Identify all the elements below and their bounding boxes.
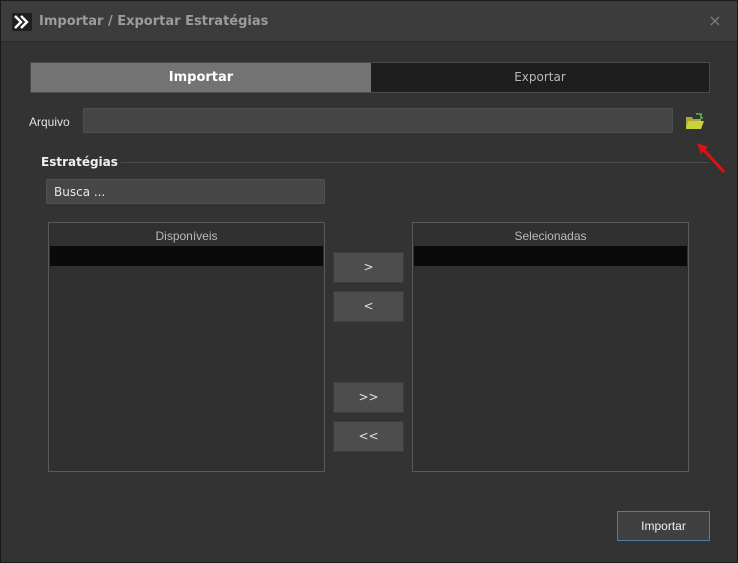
close-icon: × (708, 11, 722, 30)
add-all-button[interactable]: >> (333, 382, 404, 413)
app-logo-icon (12, 13, 32, 31)
folder-open-icon[interactable] (685, 113, 705, 131)
title-bar: Importar / Exportar Estratégias × (1, 1, 737, 42)
remove-all-button[interactable]: << (333, 421, 404, 452)
group-divider (121, 162, 709, 163)
annotation-arrow-icon (697, 143, 726, 174)
tab-importar[interactable]: Importar (31, 63, 371, 92)
strategy-search-input[interactable] (46, 179, 325, 204)
close-button[interactable]: × (705, 11, 725, 31)
remove-one-button[interactable]: < (333, 291, 404, 322)
selected-list[interactable]: Selecionadas (412, 222, 689, 472)
available-list-header: Disponíveis (155, 229, 218, 243)
import-button[interactable]: Importar (617, 511, 710, 541)
selected-list-header: Selecionadas (514, 229, 587, 243)
list-item[interactable] (50, 246, 323, 266)
file-label: Arquivo (29, 115, 70, 129)
available-list[interactable]: Disponíveis (48, 222, 325, 472)
dialog-window: Importar / Exportar Estratégias × Import… (0, 0, 738, 563)
add-one-button[interactable]: > (333, 252, 404, 283)
window-title: Importar / Exportar Estratégias (39, 14, 269, 29)
strategies-group-label: Estratégias (41, 155, 118, 169)
mode-tabs: Importar Exportar (30, 62, 710, 93)
file-path-input[interactable] (83, 108, 673, 133)
tab-exportar[interactable]: Exportar (371, 63, 709, 92)
list-item[interactable] (414, 246, 687, 266)
